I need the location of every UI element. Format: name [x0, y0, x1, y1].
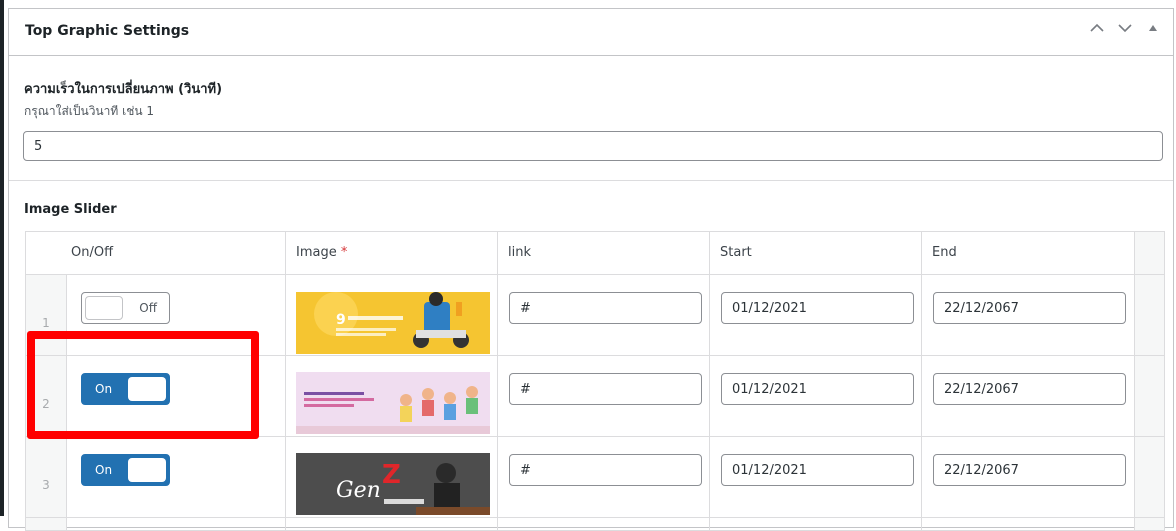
collapse-toggle-icon[interactable] — [1145, 20, 1161, 36]
link-input[interactable] — [509, 454, 702, 486]
panel-header-controls — [1089, 20, 1161, 36]
end-date-input[interactable] — [933, 454, 1126, 486]
row-actions-column — [1134, 232, 1164, 530]
move-up-icon[interactable] — [1089, 20, 1105, 36]
svg-text:Z: Z — [382, 460, 401, 490]
image-slider-table: On/Off Image * link Start End 1 Off 9 # … — [25, 231, 1165, 531]
slide-image-thumbnail[interactable]: 9 — [296, 292, 490, 354]
row-divider — [26, 436, 1164, 437]
start-date-input[interactable] — [721, 454, 914, 486]
row-number: 1 — [42, 316, 50, 330]
svg-text:Gen: Gen — [336, 478, 381, 503]
col-header-end: End — [932, 245, 957, 260]
panel-header: Top Graphic Settings — [9, 9, 1173, 56]
toggle-label: On — [95, 463, 113, 477]
toggle-label: On — [95, 382, 113, 396]
row-divider — [26, 517, 1164, 518]
speed-field: ความเร็วในการเปลี่ยนภาพ (วินาที) กรุณาใส… — [9, 56, 1173, 181]
link-input[interactable] — [509, 292, 702, 324]
row-number: 2 — [42, 397, 50, 411]
start-date-input[interactable] — [721, 292, 914, 324]
slide-image-thumbnail[interactable]: Gen Z — [296, 453, 490, 515]
image-slider-label: Image Slider — [24, 202, 117, 217]
link-input[interactable] — [509, 373, 702, 405]
slide-image-thumbnail[interactable] — [296, 372, 490, 434]
end-date-input[interactable] — [933, 373, 1126, 405]
row-divider — [26, 274, 1164, 275]
speed-label: ความเร็วในการเปลี่ยนภาพ (วินาที) — [24, 82, 223, 97]
svg-text:9: 9 — [336, 312, 346, 328]
start-date-input[interactable] — [721, 373, 914, 405]
row-number: 3 — [42, 478, 50, 492]
row-toggle-switch[interactable]: On — [81, 454, 170, 486]
end-date-input[interactable] — [933, 292, 1126, 324]
window-edge — [0, 0, 4, 516]
row-divider — [26, 355, 1164, 356]
toggle-label: Off — [139, 301, 157, 315]
toggle-knob — [128, 458, 166, 482]
toggle-knob — [85, 296, 123, 320]
speed-input[interactable] — [23, 131, 1163, 161]
speed-description: กรุณาใส่เป็นวินาที เช่น 1 — [24, 104, 154, 118]
toggle-knob — [128, 377, 166, 401]
row-toggle-switch[interactable]: Off — [81, 292, 170, 324]
row-toggle-switch[interactable]: On — [81, 373, 170, 405]
panel-title: Top Graphic Settings — [25, 23, 190, 39]
move-down-icon[interactable] — [1117, 20, 1133, 36]
top-graphic-settings-panel: Top Graphic Settings ความเร็วในการเปลี่ย… — [8, 8, 1174, 531]
